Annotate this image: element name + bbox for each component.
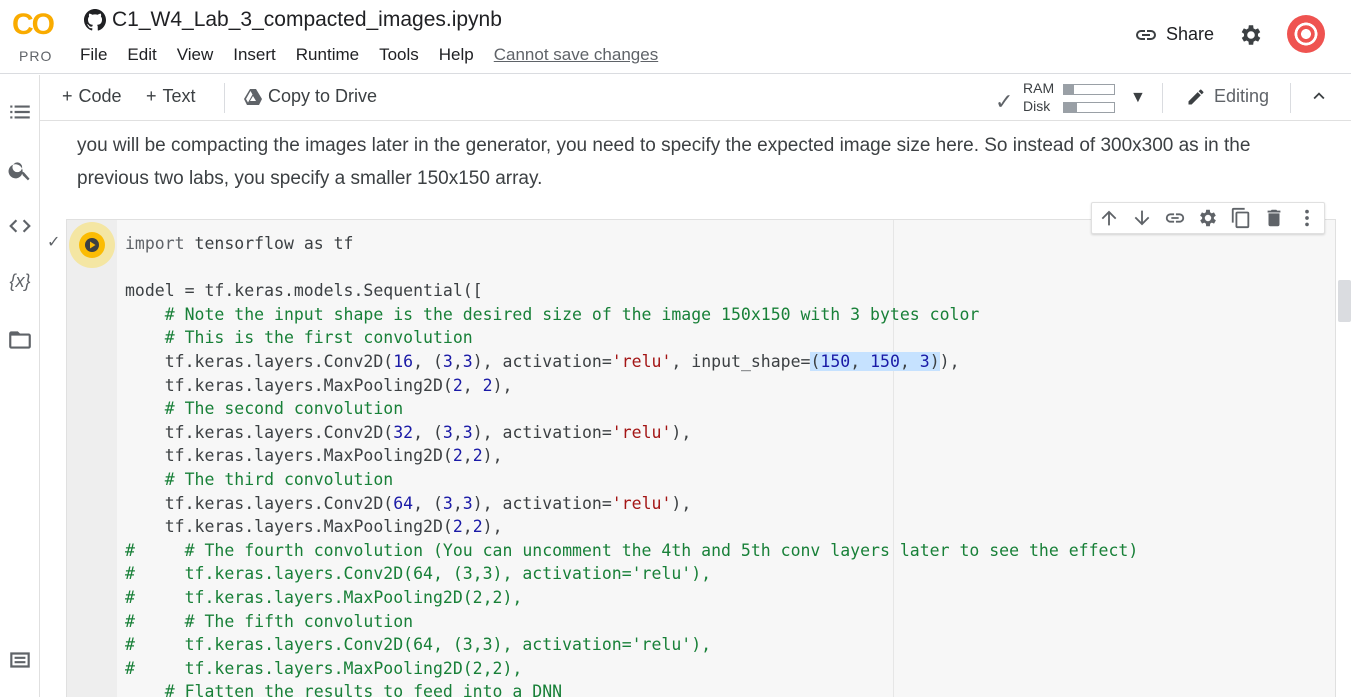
notebook-title[interactable]: C1_W4_Lab_3_compacted_images.ipynb: [112, 8, 502, 32]
code-cell[interactable]: ✓ import tensorflow as tf model = tf.ker…: [47, 219, 1336, 697]
ram-label: RAM: [1023, 80, 1055, 96]
add-text-label: Text: [162, 86, 196, 106]
copy-to-drive-button[interactable]: Copy to Drive: [244, 86, 377, 107]
code-snippets-icon[interactable]: [7, 213, 33, 239]
plus-icon: +: [146, 86, 157, 106]
menu-tools[interactable]: Tools: [379, 45, 419, 65]
settings-icon[interactable]: [1197, 207, 1219, 229]
terminal-icon[interactable]: [7, 647, 33, 673]
github-icon: [84, 9, 106, 31]
execution-check-icon: ✓: [47, 234, 61, 251]
code-line: # tf.keras.layers.MaxPooling2D(2,2),: [125, 587, 523, 607]
ram-bar-fill: [1064, 85, 1074, 94]
ram-bar: [1063, 84, 1115, 95]
move-up-icon[interactable]: [1098, 207, 1120, 229]
collapse-chevron-up-icon[interactable]: [1308, 85, 1330, 107]
editing-label: Editing: [1214, 86, 1270, 106]
editing-mode-button[interactable]: Editing: [1186, 86, 1269, 107]
code-line: # Flatten the results to feed into a DNN: [125, 682, 563, 697]
code-line: import tensorflow as tf: [125, 234, 354, 253]
code-line: # The third convolution: [125, 469, 394, 489]
code-line: tf.keras.layers.Conv2D(64, (3,3), activa…: [125, 493, 692, 513]
header: CO PRO C1_W4_Lab_3_compacted_images.ipyn…: [0, 0, 1351, 74]
code-line: model = tf.keras.models.Sequential([: [125, 281, 483, 301]
code-editor[interactable]: import tensorflow as tf model = tf.keras…: [125, 232, 1325, 697]
left-sidebar: {x}: [0, 75, 40, 697]
run-cell-button[interactable]: [79, 232, 105, 258]
more-icon[interactable]: [1296, 207, 1318, 229]
code-line: # # The fifth convolution: [125, 611, 414, 631]
notebook-content: you will be compacting the images later …: [40, 121, 1351, 697]
menu-help[interactable]: Help: [439, 45, 474, 65]
markdown-line: previous two labs, you specify a smaller…: [77, 168, 543, 189]
markdown-line: you will be compacting the images later …: [77, 135, 1251, 156]
code-line: tf.keras.layers.Conv2D(16, (3,3), activa…: [125, 351, 960, 371]
link-icon: [1136, 29, 1156, 40]
add-code-label: Code: [78, 86, 122, 106]
connected-check-icon: ✓: [995, 89, 1014, 114]
logo-text: CO: [12, 8, 55, 41]
cell-gutter: [67, 220, 117, 697]
chevron-down-icon[interactable]: ▼: [1130, 89, 1146, 107]
delete-icon[interactable]: [1263, 207, 1285, 229]
code-line: # tf.keras.layers.Conv2D(64, (3,3), acti…: [125, 635, 712, 655]
toolbar-divider: [1290, 83, 1291, 113]
add-text-button[interactable]: + Text: [146, 86, 196, 107]
code-line: tf.keras.layers.MaxPooling2D(2, 2),: [125, 375, 513, 395]
variables-icon[interactable]: {x}: [7, 271, 33, 297]
add-code-button[interactable]: + Code: [62, 86, 122, 107]
menu-edit[interactable]: Edit: [127, 45, 156, 65]
disk-label: Disk: [1023, 98, 1051, 114]
code-line: tf.keras.layers.MaxPooling2D(2,2),: [125, 517, 503, 537]
drive-icon: [244, 88, 262, 105]
search-icon[interactable]: [7, 157, 33, 183]
notebook-toolbar: + Code + Text Copy to Drive ✓ RAM Disk ▼…: [40, 75, 1351, 121]
code-line: tf.keras.layers.MaxPooling2D(2,2),: [125, 446, 503, 466]
code-line: # The second convolution: [125, 399, 404, 419]
plan-label: PRO: [19, 48, 53, 64]
menu-view[interactable]: View: [177, 45, 214, 65]
code-line: # tf.keras.layers.Conv2D(64, (3,3), acti…: [125, 564, 712, 584]
mirror-cell-icon[interactable]: [1230, 207, 1252, 229]
code-line: # This is the first convolution: [125, 328, 473, 348]
move-down-icon[interactable]: [1131, 207, 1153, 229]
code-line: # Note the input shape is the desired si…: [125, 304, 980, 324]
save-status-link[interactable]: Cannot save changes: [494, 45, 658, 65]
play-icon: [85, 238, 99, 252]
colab-logo[interactable]: CO PRO: [10, 6, 62, 64]
toolbar-divider: [1162, 83, 1163, 113]
user-avatar[interactable]: [1287, 15, 1325, 53]
resource-monitor[interactable]: ✓ RAM Disk: [995, 79, 1145, 117]
page-scrollbar[interactable]: [1338, 280, 1351, 322]
disk-bar-fill: [1064, 103, 1077, 112]
menu-runtime[interactable]: Runtime: [296, 45, 359, 65]
code-line: # tf.keras.layers.MaxPooling2D(2,2),: [125, 658, 523, 678]
share-button[interactable]: Share: [1134, 24, 1214, 45]
share-label: Share: [1166, 24, 1215, 44]
copy-to-drive-label: Copy to Drive: [268, 86, 378, 106]
code-line: tf.keras.layers.Conv2D(32, (3,3), activa…: [125, 422, 692, 442]
link-icon[interactable]: [1164, 207, 1186, 229]
pencil-icon: [1188, 88, 1204, 104]
menu-insert[interactable]: Insert: [233, 45, 276, 65]
table-of-contents-icon[interactable]: [7, 99, 33, 125]
settings-gear-icon[interactable]: [1238, 22, 1264, 48]
toolbar-divider: [224, 83, 225, 113]
markdown-text-cell[interactable]: you will be compacting the images later …: [77, 129, 1317, 195]
files-icon[interactable]: [7, 327, 33, 353]
menu-file[interactable]: File: [80, 45, 107, 65]
cell-toolbar: [1091, 202, 1325, 234]
code-line: # # The fourth convolution (You can unco…: [125, 540, 1139, 560]
plus-icon: +: [62, 86, 73, 106]
disk-bar: [1063, 102, 1115, 113]
menu-bar: File Edit View Insert Runtime Tools Help…: [80, 45, 678, 65]
